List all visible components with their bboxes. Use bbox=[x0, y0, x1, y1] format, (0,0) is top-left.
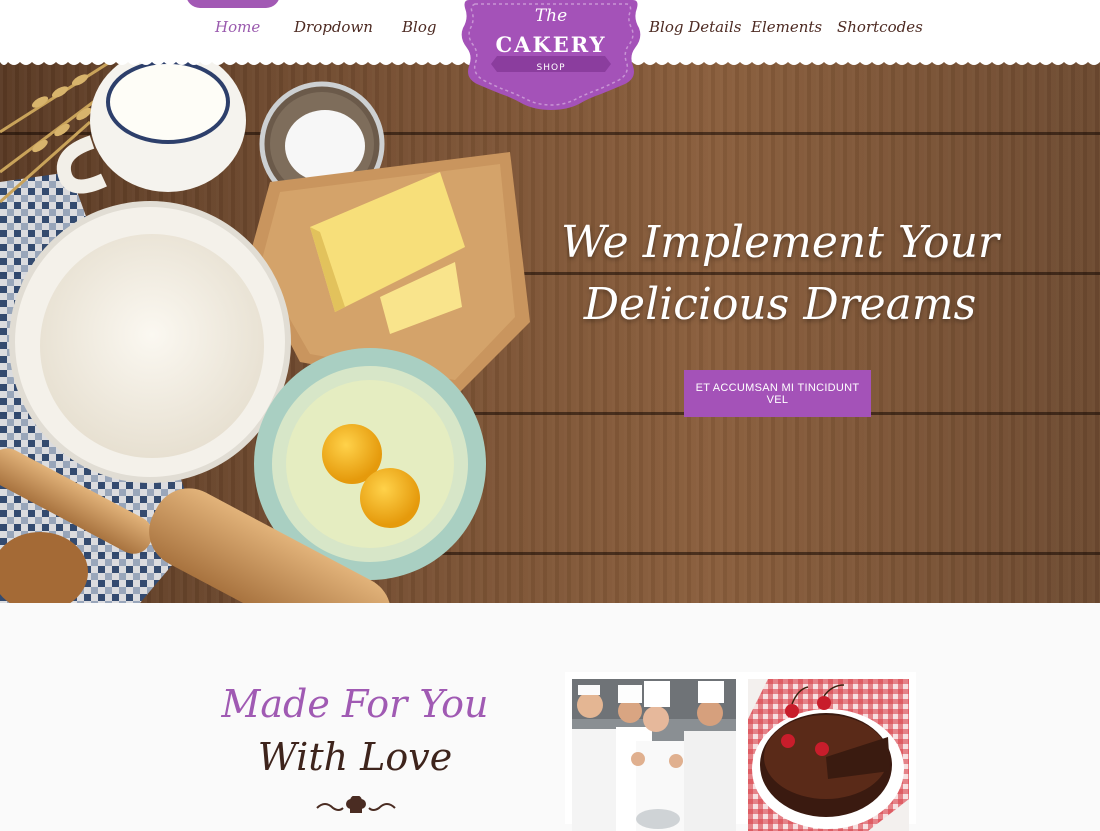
chefs-photo[interactable] bbox=[565, 672, 743, 831]
hero-heading-line1: We Implement Your bbox=[561, 217, 999, 268]
nav-blog-details[interactable]: Blog Details bbox=[649, 18, 741, 36]
hero-banner: We Implement Your Delicious Dreams ET AC… bbox=[0, 62, 1100, 603]
hero-heading: We Implement Your Delicious Dreams bbox=[520, 212, 1040, 336]
flour-bowl-icon bbox=[9, 201, 291, 483]
section-heading-line2: With Love bbox=[257, 735, 453, 779]
nav-dropdown[interactable]: Dropdown bbox=[294, 18, 373, 36]
nav-shortcodes[interactable]: Shortcodes bbox=[837, 18, 923, 36]
active-tab-marker bbox=[186, 0, 280, 8]
hero-cta-button[interactable]: ET ACCUMSAN MI TINCIDUNT VEL bbox=[684, 370, 871, 417]
logo-shop: SHOP bbox=[536, 63, 566, 73]
nav-blog[interactable]: Blog bbox=[402, 18, 436, 36]
milk-jug-icon bbox=[56, 62, 246, 194]
chocolate-cake-image bbox=[748, 679, 909, 831]
chef-hat-divider-icon bbox=[316, 796, 396, 813]
logo-brand: CAKERY bbox=[495, 32, 607, 57]
chefs-team-image bbox=[572, 679, 736, 831]
logo-the: The bbox=[534, 6, 568, 26]
nav-elements[interactable]: Elements bbox=[751, 18, 822, 36]
hero-heading-line2: Delicious Dreams bbox=[583, 279, 977, 330]
site-logo[interactable]: The CAKERY SHOP bbox=[461, 0, 641, 114]
nav-home[interactable]: Home bbox=[215, 18, 260, 36]
section-heading-line1: Made For You bbox=[221, 682, 489, 726]
cake-photo[interactable] bbox=[741, 672, 916, 831]
